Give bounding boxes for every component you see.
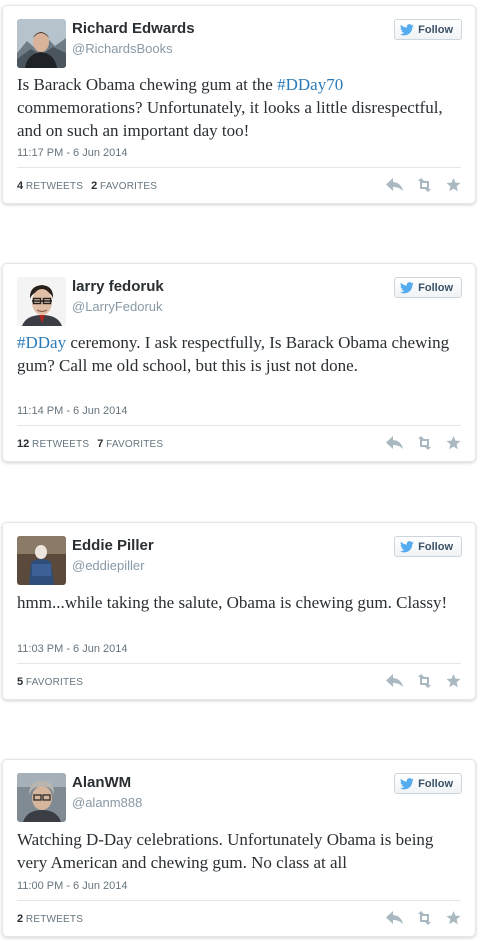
user-handle[interactable]: @RichardsBooks xyxy=(72,41,173,56)
tweet-actions xyxy=(386,436,461,450)
divider xyxy=(17,900,461,901)
star-icon[interactable] xyxy=(446,178,461,192)
follow-button[interactable]: Follow xyxy=(394,773,462,794)
follow-label: Follow xyxy=(418,23,453,36)
reply-icon[interactable] xyxy=(386,436,403,450)
follow-label: Follow xyxy=(418,777,453,790)
retweets-count: 12 xyxy=(17,438,30,450)
user-handle[interactable]: @alanm888 xyxy=(72,795,142,810)
user-handle[interactable]: @LarryFedoruk xyxy=(72,299,163,314)
favorites-count: 2 xyxy=(91,180,98,192)
tweet-actions xyxy=(386,178,461,192)
twitter-bird-icon xyxy=(400,777,414,790)
retweet-icon[interactable] xyxy=(415,436,434,450)
hashtag-link[interactable]: #DDay70 xyxy=(277,75,343,94)
twitter-bird-icon xyxy=(400,540,414,553)
retweets-label: Retweets xyxy=(25,181,84,192)
tweet-text: hmm...while taking the salute, Obama is … xyxy=(17,593,448,612)
retweets-stat[interactable]: 4 Retweets xyxy=(17,180,83,192)
reply-icon[interactable] xyxy=(386,178,403,192)
favorites-label: Favorites xyxy=(106,439,164,450)
retweets-stat[interactable]: 2 Retweets xyxy=(17,913,83,925)
tweet-text: Watching D-Day celebrations. Unfortunate… xyxy=(17,830,434,872)
user-handle[interactable]: @eddiepiller xyxy=(72,558,144,573)
star-icon[interactable] xyxy=(446,436,461,450)
twitter-bird-icon xyxy=(400,281,414,294)
retweet-icon[interactable] xyxy=(415,911,434,925)
favorites-count: 5 xyxy=(17,676,24,688)
favorites-count: 7 xyxy=(97,438,104,450)
tweet-text-before: Is Barack Obama chewing gum at the xyxy=(17,75,278,94)
avatar[interactable] xyxy=(17,536,66,585)
retweets-count: 4 xyxy=(17,180,24,192)
divider xyxy=(17,167,461,168)
follow-button[interactable]: Follow xyxy=(394,19,462,40)
tweet-card: larry fedoruk @LarryFedoruk Follow #DDay… xyxy=(2,263,476,462)
tweet-text-after: commemorations? Unfortunately, it looks … xyxy=(17,98,443,140)
user-name[interactable]: Richard Edwards xyxy=(72,20,195,37)
tweet-timestamp[interactable]: 11:14 PM - 6 Jun 2014 xyxy=(17,405,127,417)
favorites-label: Favorites xyxy=(99,181,158,192)
user-name[interactable]: larry fedoruk xyxy=(72,278,164,295)
tweet-stats: 2 Retweets xyxy=(17,913,83,925)
tweet-timestamp[interactable]: 11:17 PM - 6 Jun 2014 xyxy=(17,147,127,159)
favorites-stat[interactable]: 7 Favorites xyxy=(97,438,163,450)
favorites-stat[interactable]: 5 Favorites xyxy=(17,676,83,688)
retweet-icon[interactable] xyxy=(415,178,434,192)
tweet-actions xyxy=(386,911,461,925)
tweet-stats: 4 Retweets 2 Favorites xyxy=(17,180,157,192)
follow-label: Follow xyxy=(418,281,453,294)
retweets-label: Retweets xyxy=(32,439,90,450)
tweet-timestamp[interactable]: 11:03 PM - 6 Jun 2014 xyxy=(17,643,127,655)
retweets-stat[interactable]: 12 Retweets xyxy=(17,438,89,450)
tweet-actions xyxy=(386,674,461,688)
divider xyxy=(17,663,461,664)
tweet-stats: 5 Favorites xyxy=(17,676,83,688)
avatar[interactable] xyxy=(17,773,66,822)
tweet-text-after: ceremony. I ask respectfully, Is Barack … xyxy=(17,333,450,375)
retweets-count: 2 xyxy=(17,913,24,925)
tweet-card: Eddie Piller @eddiepiller Follow hmm...w… xyxy=(2,522,476,700)
star-icon[interactable] xyxy=(446,911,461,925)
tweet-card: Richard Edwards @RichardsBooks Follow Is… xyxy=(2,5,476,204)
retweet-icon[interactable] xyxy=(415,674,434,688)
avatar[interactable] xyxy=(17,277,66,326)
reply-icon[interactable] xyxy=(386,674,403,688)
tweet-timestamp[interactable]: 11:00 PM - 6 Jun 2014 xyxy=(17,880,127,892)
follow-label: Follow xyxy=(418,540,453,553)
avatar[interactable] xyxy=(17,19,66,68)
twitter-bird-icon xyxy=(400,23,414,36)
retweets-label: Retweets xyxy=(25,914,84,925)
user-name[interactable]: Eddie Piller xyxy=(72,537,154,554)
favorites-label: Favorites xyxy=(25,677,84,688)
tweet-text: #DDay ceremony. I ask respectfully, Is B… xyxy=(17,331,461,377)
follow-button[interactable]: Follow xyxy=(394,536,462,557)
favorites-stat[interactable]: 2 Favorites xyxy=(91,180,157,192)
star-icon[interactable] xyxy=(446,674,461,688)
user-name[interactable]: AlanWM xyxy=(72,774,131,791)
tweet-card: AlanWM @alanm888 Follow Watching D-Day c… xyxy=(2,759,476,937)
hashtag-link[interactable]: #DDay xyxy=(17,333,66,352)
divider xyxy=(17,425,461,426)
follow-button[interactable]: Follow xyxy=(394,277,462,298)
tweet-stats: 12 Retweets 7 Favorites xyxy=(17,438,163,450)
reply-icon[interactable] xyxy=(386,911,403,925)
tweet-text: Is Barack Obama chewing gum at the #DDay… xyxy=(17,73,461,142)
